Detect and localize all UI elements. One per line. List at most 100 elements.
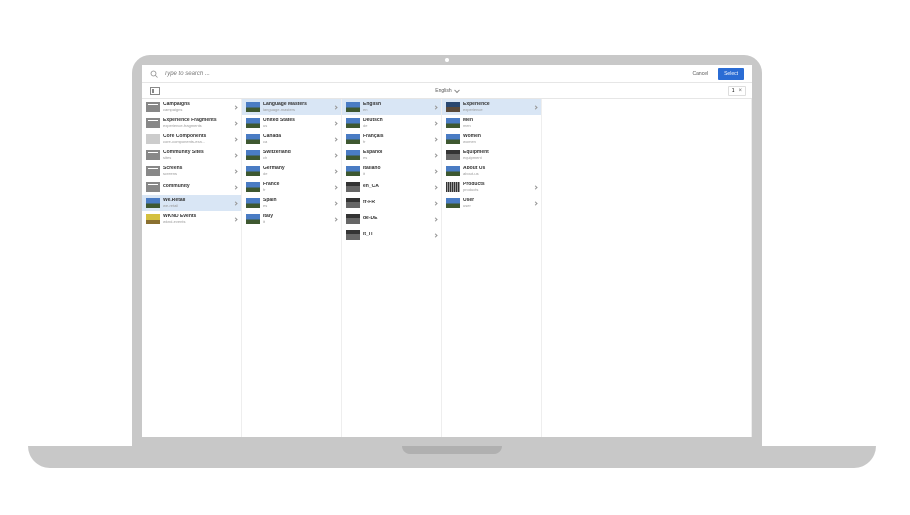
thumbnail	[446, 166, 460, 176]
list-item[interactable]: Productsproducts	[442, 179, 541, 195]
item-subtitle: es	[363, 156, 431, 160]
list-item[interactable]: Germanyde	[242, 163, 341, 179]
item-labels: Francefr	[263, 182, 331, 192]
thumbnail	[246, 134, 260, 144]
item-subtitle: screens	[163, 172, 231, 176]
thumbnail	[146, 102, 160, 112]
list-item[interactable]: Françaisfr	[342, 131, 441, 147]
chevron-right-icon	[433, 185, 437, 189]
thumbnail	[146, 166, 160, 176]
language-label: English	[435, 88, 451, 94]
list-item[interactable]: Community Sitessites	[142, 147, 241, 163]
selection-count[interactable]: 1 ×	[728, 86, 746, 96]
chevron-right-icon	[233, 169, 237, 173]
list-item[interactable]: Equipmentequipment	[442, 147, 541, 163]
chevron-right-icon	[233, 153, 237, 157]
chevron-right-icon	[233, 137, 237, 141]
thumbnail	[346, 214, 360, 224]
list-item[interactable]: Deutschde	[342, 115, 441, 131]
list-item[interactable]: fr-FR	[342, 195, 441, 211]
list-item[interactable]: We.Retailwe-retail	[142, 195, 241, 211]
list-item[interactable]: WKND Eventswknd-events	[142, 211, 241, 227]
select-button[interactable]: Select	[718, 68, 744, 80]
item-subtitle: ch	[263, 156, 331, 160]
search-icon	[150, 70, 158, 78]
item-labels: About Usabout-us	[463, 166, 537, 176]
list-item[interactable]: Canadaca	[242, 131, 341, 147]
list-item[interactable]: Useruser	[442, 195, 541, 211]
list-item[interactable]: Españoles	[342, 147, 441, 163]
thumbnail	[146, 118, 160, 128]
item-labels: Experienceexperience	[463, 102, 531, 112]
list-item[interactable]: Womenwomen	[442, 131, 541, 147]
item-labels: Womenwomen	[463, 134, 537, 144]
thumbnail	[146, 182, 160, 192]
list-item[interactable]: de-DE	[342, 211, 441, 227]
item-title: en_CA	[363, 184, 431, 190]
list-item[interactable]: Campaignscampaigns	[142, 99, 241, 115]
column-view-toggle[interactable]	[150, 87, 160, 95]
chevron-right-icon	[433, 217, 437, 221]
cancel-button[interactable]: Cancel	[689, 69, 713, 79]
app-screen: Cancel Select English 1 × Campaignscampa…	[142, 65, 752, 437]
close-icon[interactable]: ×	[738, 88, 742, 94]
item-subtitle: fr	[263, 188, 331, 192]
list-item[interactable]: Italyit	[242, 211, 341, 227]
item-title: fr-FR	[363, 200, 431, 206]
item-labels: Spaines	[263, 198, 331, 208]
list-item[interactable]: Francefr	[242, 179, 341, 195]
chevron-right-icon	[433, 153, 437, 157]
thumbnail	[346, 134, 360, 144]
item-subtitle: en	[363, 108, 431, 112]
item-subtitle: us	[263, 124, 331, 128]
item-subtitle: about-us	[463, 172, 537, 176]
thumbnail	[146, 198, 160, 208]
item-subtitle: core-components-exa...	[163, 140, 231, 144]
list-item[interactable]: Screensscreens	[142, 163, 241, 179]
thumbnail	[346, 150, 360, 160]
chevron-right-icon	[333, 153, 337, 157]
thumbnail	[346, 198, 360, 208]
list-item[interactable]: About Usabout-us	[442, 163, 541, 179]
item-labels: Experience Fragmentsexperience-fragments	[163, 118, 231, 128]
item-subtitle: experience-fragments	[163, 124, 231, 128]
count-label: 1	[732, 88, 735, 94]
item-labels: Italianoit	[363, 166, 431, 176]
thumbnail	[346, 118, 360, 128]
list-item[interactable]: Language Masterslanguage-masters	[242, 99, 341, 115]
chevron-right-icon	[433, 169, 437, 173]
list-item[interactable]: it_IT	[342, 227, 441, 243]
item-subtitle: sites	[163, 156, 231, 160]
list-item[interactable]: Menmen	[442, 115, 541, 131]
chevron-right-icon	[233, 217, 237, 221]
thumbnail	[446, 102, 460, 112]
list-item[interactable]: Experienceexperience	[442, 99, 541, 115]
column-1: Language Masterslanguage-mastersUnited S…	[242, 99, 342, 437]
list-item[interactable]: Englishen	[342, 99, 441, 115]
item-title: de-DE	[363, 216, 431, 222]
list-item[interactable]: Switzerlandch	[242, 147, 341, 163]
item-labels: Españoles	[363, 150, 431, 160]
list-item[interactable]: United Statesus	[242, 115, 341, 131]
laptop-frame: Cancel Select English 1 × Campaignscampa…	[132, 55, 762, 447]
language-dropdown[interactable]: English	[435, 88, 458, 94]
thumbnail	[146, 134, 160, 144]
list-item[interactable]: community	[142, 179, 241, 195]
laptop-base	[28, 446, 876, 468]
search-input[interactable]	[164, 71, 683, 77]
thumbnail	[246, 166, 260, 176]
chevron-right-icon	[333, 217, 337, 221]
item-labels: Useruser	[463, 198, 531, 208]
item-subtitle: experience	[463, 108, 531, 112]
column-3: Experienceexperience Menmen Womenwomen Equi…	[442, 99, 542, 437]
item-labels: Productsproducts	[463, 182, 531, 192]
list-item[interactable]: Experience Fragmentsexperience-fragments	[142, 115, 241, 131]
list-item[interactable]: Core Componentscore-components-exa...	[142, 131, 241, 147]
thumbnail	[246, 214, 260, 224]
item-labels: Screensscreens	[163, 166, 231, 176]
list-item[interactable]: Italianoit	[342, 163, 441, 179]
item-labels: Menmen	[463, 118, 537, 128]
list-item[interactable]: en_CA	[342, 179, 441, 195]
list-item[interactable]: Spaines	[242, 195, 341, 211]
thumbnail	[246, 150, 260, 160]
